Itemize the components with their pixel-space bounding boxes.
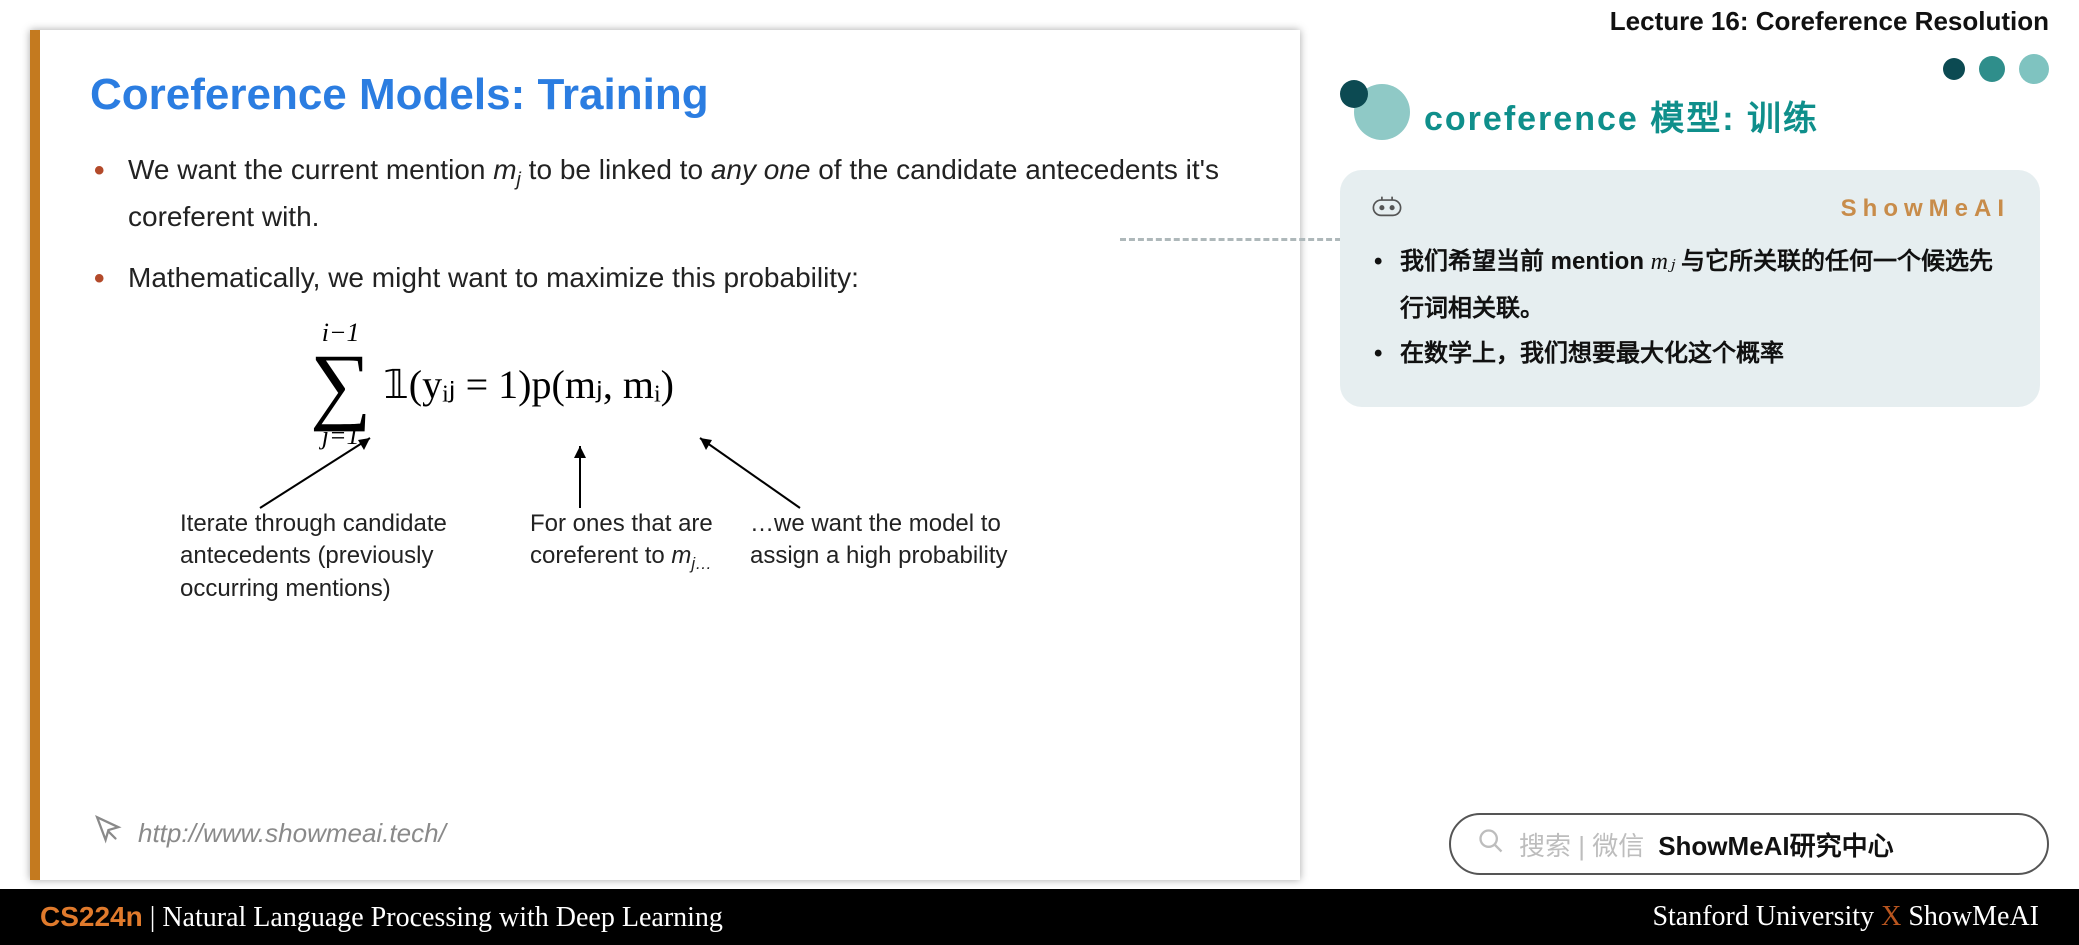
footer-url: http://www.showmeai.tech/ — [138, 818, 446, 849]
cursor-icon — [90, 813, 124, 854]
translation-box: ShowMeAI 我们希望当前 mention mⱼ 与它所关联的任何一个候选先… — [1340, 170, 2040, 407]
annotation: …we want the model to assign a high prob… — [750, 508, 1050, 573]
formula-body: 𝟙(yᵢⱼ = 1)p(mⱼ, mᵢ) — [383, 361, 674, 408]
dot-icon — [2019, 54, 2049, 84]
formula-area: i−1 ∑ j=1 𝟙(yᵢⱼ = 1)p(mⱼ, mᵢ) Iterate th… — [310, 318, 1260, 658]
lecture-header: Lecture 16: Coreference Resolution — [1610, 6, 2049, 37]
annotation: For ones that are coreferent to mj… — [530, 508, 730, 576]
search-icon — [1477, 827, 1505, 862]
decoration-dots — [1943, 54, 2049, 84]
cn-bullet-item: 在数学上，我们想要最大化这个概率 — [1370, 331, 2010, 377]
arrow-icon — [540, 438, 620, 518]
bullet-item: We want the current mention mj to be lin… — [90, 148, 1260, 238]
sigma-icon: ∑ — [310, 348, 371, 421]
search-strong: ShowMeAI研究中心 — [1658, 826, 1893, 863]
affiliation: Stanford University X ShowMeAI — [1652, 901, 2039, 933]
right-title-row: coreference 模型: 训练 — [1340, 80, 1819, 140]
robot-icon — [1370, 192, 1404, 225]
var-mj: mj — [493, 154, 521, 185]
arrow-icon — [690, 428, 830, 518]
dot-icon — [1943, 58, 1965, 80]
bullet-text: We want the current mention — [128, 154, 493, 185]
bullet-text: to be linked to — [521, 154, 711, 185]
var-mj: mⱼ — [1651, 249, 1675, 275]
cn-bullet-list: 我们希望当前 mention mⱼ 与它所关联的任何一个候选先行词相关联。 在数… — [1370, 239, 2010, 377]
dot-icon — [1979, 56, 2005, 82]
bottom-bar: CS224n | Natural Language Processing wit… — [0, 889, 2079, 945]
cn-bullet-item: 我们希望当前 mention mⱼ 与它所关联的任何一个候选先行词相关联。 — [1370, 239, 2010, 331]
search-pill[interactable]: 搜索 | 微信 ShowMeAI研究中心 — [1449, 813, 2049, 875]
slide-title: Coreference Models: Training — [90, 70, 1260, 120]
connector-line — [1120, 238, 1350, 241]
course-label: CS224n | Natural Language Processing wit… — [40, 901, 723, 934]
slide-footer: http://www.showmeai.tech/ — [90, 813, 446, 854]
bullet-text: Mathematically, we might want to maximiz… — [128, 262, 859, 293]
emphasis: any one — [711, 154, 811, 185]
slide-frame: Coreference Models: Training We want the… — [30, 30, 1300, 880]
right-title: coreference 模型: 训练 — [1424, 91, 1819, 140]
search-hint: 搜索 | 微信 — [1519, 826, 1644, 863]
brand-label: ShowMeAI — [1841, 195, 2010, 223]
arrow-icon — [250, 428, 390, 518]
bullet-list: We want the current mention mj to be lin… — [90, 148, 1260, 300]
course-code: CS224n — [40, 901, 143, 932]
bubbles-icon — [1340, 80, 1410, 140]
annotation: Iterate through candidate antecedents (p… — [180, 508, 500, 605]
bullet-item: Mathematically, we might want to maximiz… — [90, 256, 1260, 299]
